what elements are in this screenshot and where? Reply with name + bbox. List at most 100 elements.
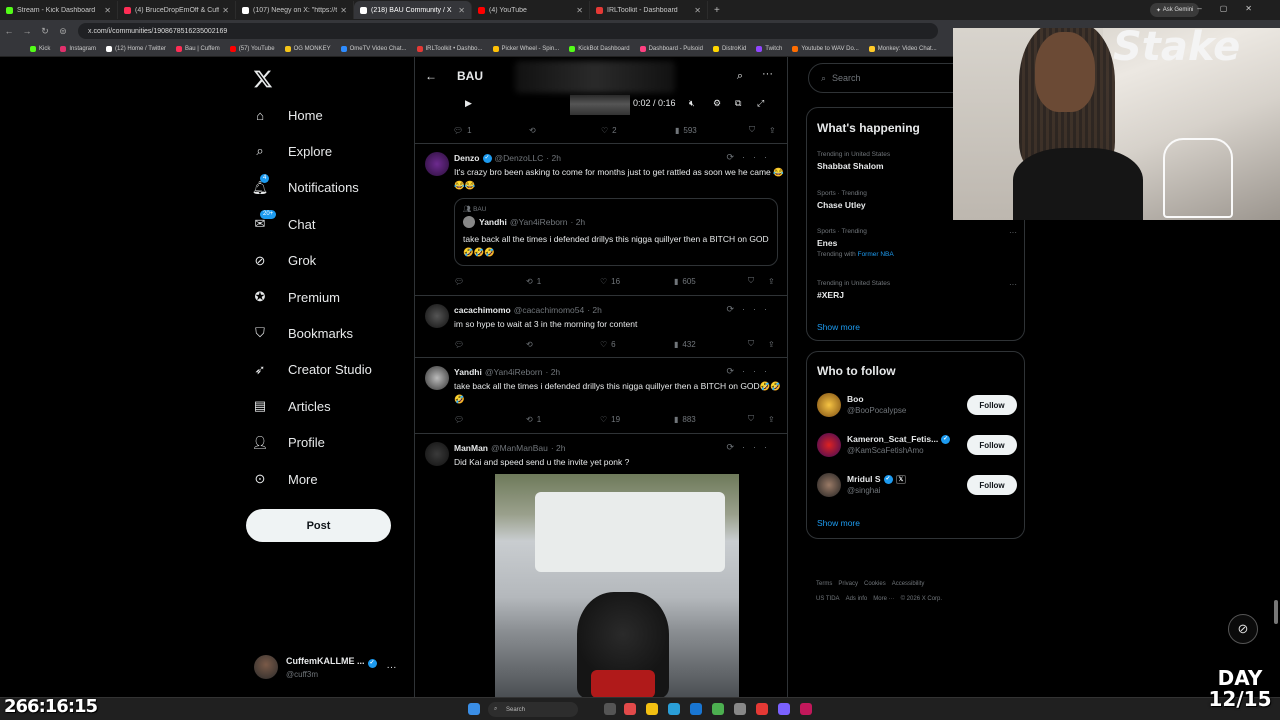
like-button[interactable]: ♡ 16 [600,277,620,286]
author-handle[interactable]: @ManManBau [491,443,548,453]
nav-item-profile[interactable]: 👤︎ Profile [252,433,325,453]
share-icon[interactable]: ⇪ [768,277,775,286]
url-field[interactable]: x.com/i/communities/1908678516235002169 [78,23,938,39]
bookmark-icon[interactable]: ⛉ [748,276,754,286]
nav-item-bookmarks[interactable]: ⛉ Bookmarks [252,323,353,343]
author-name[interactable]: ManMan [454,443,488,453]
bookmark-item[interactable]: KickBot Dashboard [569,46,630,52]
tweet[interactable]: cacachimomo @cacachimomo54 · 2h ⟳··· im … [415,295,787,357]
author-handle[interactable]: @cacachimomo54 [514,305,585,315]
chrome-icon[interactable] [756,703,768,715]
like-button[interactable]: ♡ 19 [600,415,620,424]
follow-suggestion[interactable]: Boo @BooPocalypse Follow [817,392,1017,420]
reply-button[interactable]: 💬︎ [454,415,468,424]
site-info-icon[interactable]: ⊜ [54,26,72,37]
browser-tab[interactable]: (4) BruceDropEmOff & Cuffem ✕ [118,1,236,19]
page-scrollbar[interactable] [1274,600,1278,624]
reply-button[interactable]: 💬︎ 1 [453,126,472,135]
follow-button[interactable]: Follow [967,435,1017,455]
footer-link[interactable]: US TIDA [816,596,840,602]
footer-link[interactable]: Cookies [864,581,886,587]
footer-link[interactable]: Accessibility [892,581,925,587]
grok-more-icons[interactable]: ⟳··· [726,304,775,315]
share-icon[interactable]: ⇪ [769,126,776,135]
footer-link[interactable]: © 2026 X Corp. [901,596,942,602]
app-icon[interactable] [712,703,724,715]
tweet-time[interactable]: · 2h [551,443,566,453]
task-view-icon[interactable] [604,703,616,715]
views-button[interactable]: ▮ 593 [675,126,697,135]
quoted-tweet[interactable]: 👥︎ BAU Yandhi @Yan4iReborn · 2h take bac… [454,198,778,266]
close-icon[interactable]: ✕ [222,6,229,15]
footer-link[interactable]: Ads info [846,596,868,602]
fullscreen-icon[interactable]: ⤢ [757,98,764,109]
follow-button[interactable]: Follow [967,475,1017,495]
window-controls[interactable]: –▢✕ [1197,4,1270,13]
close-icon[interactable]: ✕ [340,6,347,15]
trend-item[interactable]: Trending in United States #XERJ ··· [817,280,1017,300]
bookmark-item[interactable]: Bau | Cuffem [175,46,220,52]
grok-more-icons[interactable]: ⟳··· [726,366,775,377]
nav-item-grok[interactable]: ⊘ Grok [252,251,317,271]
close-icon[interactable]: ✕ [576,6,583,15]
show-more-link[interactable]: Show more [817,322,860,332]
more-dots-icon[interactable]: ··· [387,662,397,673]
bookmark-item[interactable]: (57) YouTube [229,46,275,52]
settings-gear-icon[interactable]: ⚙ [713,98,721,109]
nav-item-home[interactable]: ⌂ Home [252,105,323,125]
post-button[interactable]: Post [246,509,391,542]
bookmark-item[interactable]: Monkey: Video Chat... [868,46,937,52]
app-icon[interactable] [778,703,790,715]
close-icon[interactable]: ✕ [458,6,465,15]
footer-link[interactable]: Privacy [838,581,858,587]
file-explorer-icon[interactable] [646,703,658,715]
tweet-media-image[interactable] [495,474,739,697]
repost-button[interactable]: ⟲ 1 [526,415,541,424]
author-name[interactable]: Yandhi [454,367,482,377]
browser-tab[interactable]: IRLToolkit - Dashboard ✕ [590,1,708,19]
bookmark-item[interactable]: Youtube to WAV Do... [792,46,859,52]
like-button[interactable]: ♡ 2 [601,126,617,135]
bookmark-item[interactable]: Twitch [756,46,782,52]
like-button[interactable]: ♡ 6 [600,340,616,349]
close-icon[interactable]: ✕ [694,6,701,15]
back-icon[interactable]: ← [0,26,18,36]
author-handle[interactable]: @Yan4iReborn [485,367,543,377]
app-icon[interactable] [624,703,636,715]
nav-item-premium[interactable]: ✪ Premium [252,287,340,307]
nav-item-notifications[interactable]: 🔔︎ 4 Notifications [252,173,359,198]
bookmark-item[interactable]: Instagram [60,46,96,52]
reload-icon[interactable]: ↻ [36,26,54,37]
x-logo-icon[interactable] [253,69,273,89]
tweet[interactable]: Denzo ✓ @DenzoLLC · 2h ⟳··· It's crazy b… [415,143,787,295]
play-icon[interactable]: ▶ [465,98,472,109]
tweet[interactable]: ManMan @ManManBau · 2h ⟳··· Did Kai and … [415,433,787,697]
footer-link[interactable]: More ··· [873,596,894,602]
bookmark-item[interactable]: IRLToolkit • Dashbo... [416,46,483,52]
share-icon[interactable]: ⇪ [768,340,775,349]
browser-tab[interactable]: (4) YouTube ✕ [472,1,590,19]
bookmark-icon[interactable]: ⛉ [748,414,754,424]
bookmark-item[interactable]: OG MONKEY [284,46,331,52]
bookmark-icon[interactable]: ⛉ [748,339,754,349]
views-button[interactable]: ▮ 432 [674,340,696,349]
tweet[interactable]: Yandhi @Yan4iReborn · 2h ⟳··· take back … [415,357,787,433]
nav-item-chat[interactable]: ✉ 20+ Chat [252,210,315,234]
tweet-time[interactable]: · 2h [587,305,602,315]
follow-button[interactable]: Follow [967,395,1017,415]
bookmark-item[interactable]: OmeTV Video Chat... [340,46,407,52]
browser-tab[interactable]: Stream - Kick Dashboard ✕ [0,1,118,19]
bookmark-item[interactable]: Dashboard - Pulsoid [639,46,703,52]
more-dots-icon[interactable]: ··· [1009,228,1017,237]
app-icon[interactable] [800,703,812,715]
more-dots-icon[interactable]: ··· [762,68,773,80]
repost-button[interactable]: ⟲ [526,340,537,349]
close-icon[interactable]: ✕ [104,6,111,15]
footer-link[interactable]: Terms [816,581,832,587]
browser-tab-active[interactable]: (218) BAU Community / X ✕ [354,1,472,19]
browser-tab[interactable]: (107) Neegy on X: "https://t.co ✕ [236,1,354,19]
app-icon[interactable] [690,703,702,715]
nav-item-articles[interactable]: ▤ Articles [252,396,331,416]
bookmark-item[interactable]: Kick [30,46,50,52]
author-name[interactable]: Denzo [454,153,480,163]
